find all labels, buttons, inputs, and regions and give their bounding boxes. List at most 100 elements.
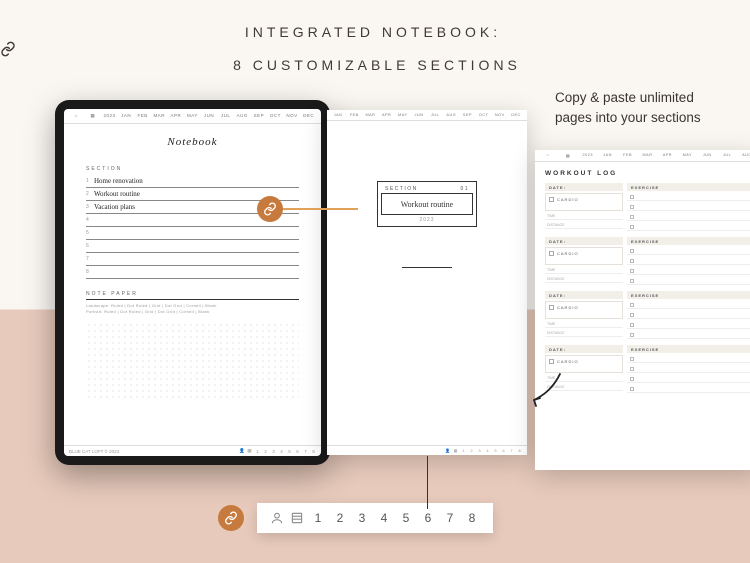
page-num[interactable]: 6: [417, 511, 439, 525]
checkbox-icon[interactable]: [630, 259, 634, 263]
home-icon[interactable]: ⌂: [538, 153, 558, 158]
checkbox-icon[interactable]: [630, 215, 634, 219]
checkbox-icon[interactable]: [549, 359, 554, 364]
exercise-line[interactable]: [627, 365, 750, 373]
exercise-line[interactable]: [627, 277, 750, 285]
checkbox-icon[interactable]: [630, 323, 634, 327]
time-label[interactable]: TIME: [545, 267, 623, 274]
workout-row: DATE: CARDIO TIME DISTANCE EXERCISE: [545, 345, 750, 393]
month-bar[interactable]: ⌂ ▦ 2023 JANFEBMARAPRMAYJUNJULAUGSEPOCTN…: [64, 109, 321, 124]
exercise-line[interactable]: [627, 213, 750, 221]
page-num[interactable]: 8: [461, 511, 483, 525]
checkbox-icon[interactable]: [630, 195, 634, 199]
checkbox-icon[interactable]: [630, 225, 634, 229]
list-item[interactable]: 8: [86, 266, 299, 279]
exercise-line[interactable]: [627, 375, 750, 383]
person-icon[interactable]: 👤: [445, 448, 450, 453]
page-title: Notebook: [64, 136, 321, 148]
exercise-line[interactable]: [627, 321, 750, 329]
checkbox-icon[interactable]: [549, 197, 554, 202]
checkbox-icon[interactable]: [630, 333, 634, 337]
list-item[interactable]: 6: [86, 240, 299, 253]
arrow-icon: [530, 370, 566, 410]
exercise-line[interactable]: [627, 311, 750, 319]
checkbox-icon[interactable]: [630, 357, 634, 361]
checkbox-icon[interactable]: [630, 303, 634, 307]
time-label[interactable]: TIME: [545, 321, 623, 328]
page-nav[interactable]: 👤 ▦ 12345678: [445, 448, 522, 453]
book-icon[interactable]: ▦: [453, 448, 458, 453]
calendar-icon[interactable]: ▦: [558, 153, 578, 158]
page-num[interactable]: 4: [373, 511, 395, 525]
month-bar[interactable]: ⌂ ▦ 2023 JANFEBMARAPRMAYJUNJULAUG: [535, 150, 750, 162]
page-num[interactable]: 7: [439, 511, 461, 525]
exercise-line[interactable]: [627, 247, 750, 255]
book-icon[interactable]: ▦: [247, 448, 252, 454]
list-item[interactable]: 5: [86, 227, 299, 240]
exercise-label: EXERCISE: [627, 237, 750, 245]
month-bar[interactable]: JANFEBMARAPRMAYJUNJULAUGSEPOCTNOVDEC: [327, 110, 527, 121]
link-badge: [257, 196, 283, 222]
checkbox-icon[interactable]: [630, 269, 634, 273]
checkbox-icon[interactable]: [630, 377, 634, 381]
date-label[interactable]: DATE:: [545, 345, 623, 353]
time-label[interactable]: TIME: [545, 213, 623, 220]
distance-label[interactable]: DISTANCE: [545, 330, 623, 337]
exercise-line[interactable]: [627, 331, 750, 339]
cardio-box[interactable]: CARDIO: [545, 247, 623, 265]
exercise-line[interactable]: [627, 385, 750, 393]
home-icon[interactable]: ⌂: [68, 113, 85, 119]
headline-post: 8 CUSTOMIZABLE SECTIONS: [233, 57, 521, 73]
date-label[interactable]: DATE:: [545, 291, 623, 299]
checkbox-icon[interactable]: [549, 251, 554, 256]
workout-page: ⌂ ▦ 2023 JANFEBMARAPRMAYJUNJULAUG WORKOU…: [535, 150, 750, 470]
checkbox-icon[interactable]: [630, 367, 634, 371]
page-num[interactable]: 5: [395, 511, 417, 525]
checkbox-icon[interactable]: [630, 313, 634, 317]
person-icon[interactable]: [267, 511, 287, 525]
section-card: SECTION 01 Workout routine 2023: [377, 181, 477, 227]
book-icon[interactable]: [287, 511, 307, 525]
page-num[interactable]: 1: [307, 511, 329, 525]
distance-label[interactable]: DISTANCE: [545, 276, 623, 283]
bottom-nav[interactable]: 1 2 3 4 5 6 7 8: [257, 503, 493, 533]
checkbox-icon[interactable]: [630, 205, 634, 209]
cardio-box[interactable]: CARDIO: [545, 193, 623, 211]
paper-options[interactable]: Landscape: Ruled | Dot Ruled | Grid | Do…: [86, 303, 299, 316]
checkbox-icon[interactable]: [549, 305, 554, 310]
page-nav[interactable]: 👤 ▦ 12345678: [239, 448, 316, 454]
exercise-line[interactable]: [627, 193, 750, 201]
year-label[interactable]: 2023: [101, 113, 118, 119]
connector-line: [283, 208, 358, 210]
exercise-line[interactable]: [627, 257, 750, 265]
headline-pre: INTEGRATED NOTEBOOK:: [245, 24, 501, 40]
exercise-label: EXERCISE: [627, 291, 750, 299]
workout-title: WORKOUT LOG: [545, 170, 750, 177]
list-item[interactable]: 7: [86, 253, 299, 266]
checkbox-icon[interactable]: [630, 387, 634, 391]
footer-bar: 👤 ▦ 12345678: [327, 445, 527, 455]
page-num[interactable]: 2: [329, 511, 351, 525]
person-icon[interactable]: 👤: [239, 448, 244, 454]
date-label[interactable]: DATE:: [545, 237, 623, 245]
dot-grid-preview: [86, 322, 299, 402]
section-card-body[interactable]: Workout routine: [381, 193, 473, 215]
section-page: JANFEBMARAPRMAYJUNJULAUGSEPOCTNOVDEC SEC…: [327, 110, 527, 455]
connector-line: [427, 456, 428, 509]
section-card-label: SECTION: [385, 186, 418, 192]
checkbox-icon[interactable]: [630, 279, 634, 283]
exercise-line[interactable]: [627, 301, 750, 309]
ipad-frame: ⌂ ▦ 2023 JANFEBMARAPRMAYJUNJULAUGSEPOCTN…: [55, 100, 330, 465]
exercise-line[interactable]: [627, 203, 750, 211]
distance-label[interactable]: DISTANCE: [545, 222, 623, 229]
list-item[interactable]: 1Home renovation: [86, 175, 299, 188]
checkbox-icon[interactable]: [630, 249, 634, 253]
exercise-line[interactable]: [627, 355, 750, 363]
exercise-line[interactable]: [627, 223, 750, 231]
exercise-line[interactable]: [627, 267, 750, 275]
date-label[interactable]: DATE:: [545, 183, 623, 191]
cardio-box[interactable]: CARDIO: [545, 301, 623, 319]
page-num[interactable]: 3: [351, 511, 373, 525]
calendar-icon[interactable]: ▦: [85, 113, 102, 119]
footer-bar: BLUE CAT LOFT © 2023 👤 ▦ 12345678: [64, 445, 321, 456]
